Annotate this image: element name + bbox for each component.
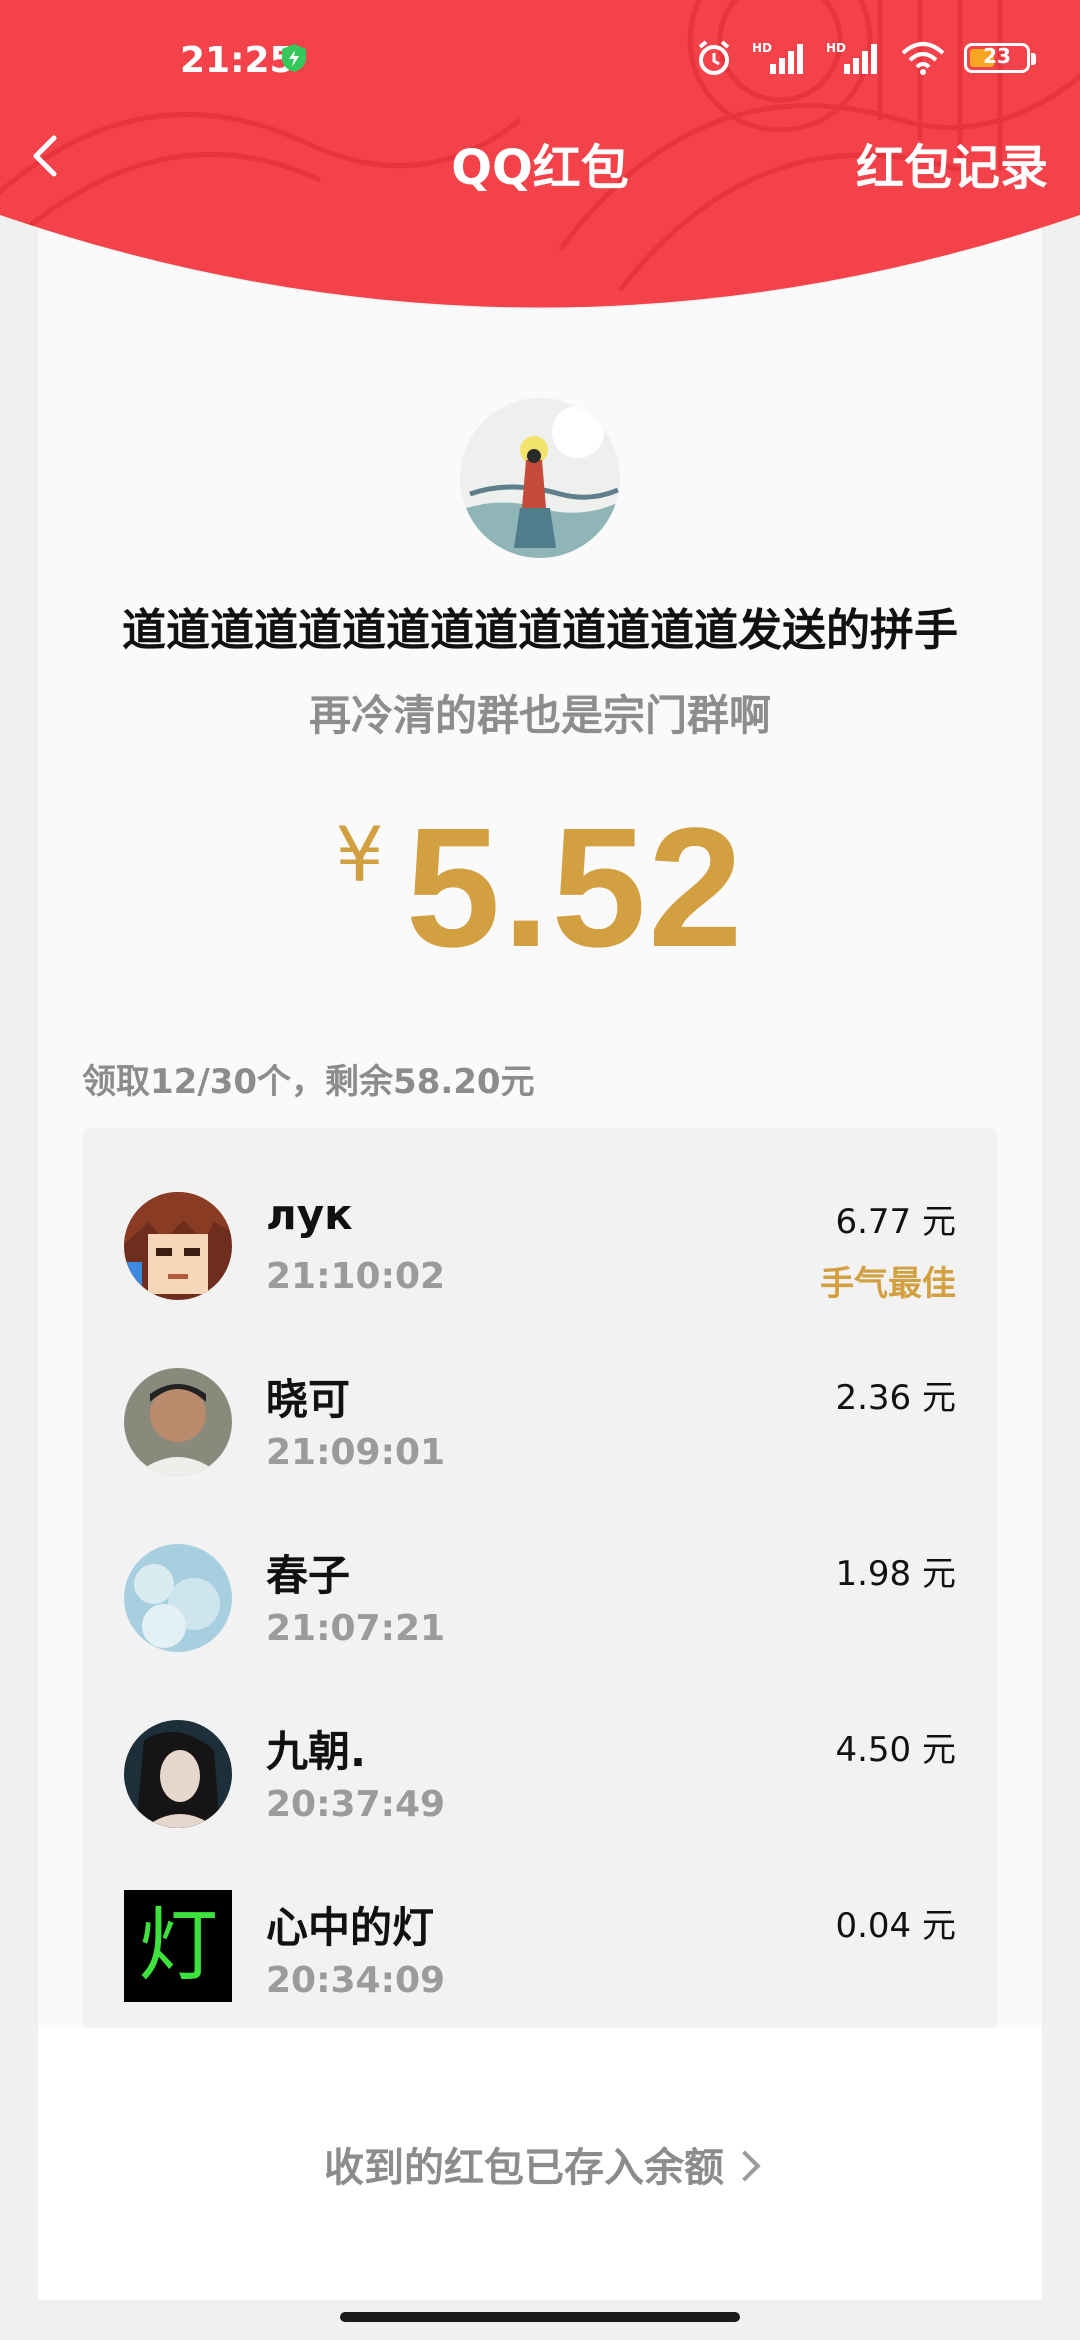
svg-text:HD: HD [752, 41, 772, 55]
battery-level: 23 [983, 44, 1011, 68]
avatar-glyph: 灯 [138, 1899, 218, 1992]
sender-title: 道道道道道道道道道道道道道道发送的拼手 [122, 605, 958, 656]
battery-icon: 23 [964, 43, 1036, 73]
header: 21:25 HD HD 23 QQ红包 红包记录 [0, 0, 1080, 320]
receive-time: 20:37:49 [266, 1784, 446, 1825]
receiver-name: 九朝. [266, 1727, 366, 1776]
red-packet-record-link[interactable]: 红包记录 [856, 128, 1048, 198]
alarm-icon [698, 40, 730, 75]
receive-amount: 2.36 元 [835, 1378, 956, 1418]
sender-avatar-image [460, 398, 620, 558]
avatar [124, 1368, 232, 1476]
receive-time: 21:07:21 [266, 1608, 446, 1649]
home-indicator[interactable] [340, 2312, 740, 2322]
receiver-name: 晓可 [266, 1375, 351, 1424]
signal-hd-2-icon: HD [826, 41, 877, 74]
status-time: 21:25 [180, 40, 295, 81]
blessing-message: 再冷清的群也是宗门群啊 [308, 691, 771, 740]
avatar [124, 1192, 232, 1300]
status-bar: 21:25 HD HD 23 [0, 30, 1080, 94]
list-item[interactable]: 晓可 21:09:01 2.36 元 [82, 1304, 998, 1480]
receive-amount: 1.98 元 [835, 1554, 956, 1594]
avatar: 灯 [124, 1890, 232, 2002]
receive-time: 20:34:09 [266, 1960, 446, 2001]
signal-hd-icon: HD [752, 41, 803, 74]
receiver-name: лук [266, 1190, 353, 1239]
receive-amount: 6.77 元 [835, 1202, 956, 1242]
status-icons: HD HD 23 [694, 38, 1036, 78]
nav-bar: QQ红包 红包记录 [0, 118, 1080, 198]
claim-summary: 领取12/30个，剩余58.20元 [82, 1062, 535, 1102]
receive-amount: 4.50 元 [835, 1730, 956, 1770]
sender-avatar[interactable] [460, 398, 620, 558]
best-luck-badge: 手气最佳 [820, 1264, 956, 1304]
received-amount: ¥5.52 [0, 790, 1080, 986]
amount-value: 5.52 [405, 793, 745, 983]
chevron-right-icon [729, 2150, 761, 2182]
balance-link-label: 收到的红包已存入余额 [324, 2145, 724, 2191]
receiver-list: лук 21:10:02 6.77 元 手气最佳 晓可 21:09:01 2.3… [82, 1128, 998, 2028]
list-item[interactable]: лук 21:10:02 6.77 元 手气最佳 [82, 1128, 998, 1304]
receive-time: 21:10:02 [266, 1256, 446, 1297]
list-item[interactable]: 春子 21:07:21 1.98 元 [82, 1480, 998, 1656]
svg-text:HD: HD [826, 41, 846, 55]
list-item[interactable]: 九朝. 20:37:49 4.50 元 [82, 1656, 998, 1832]
receive-time: 21:09:01 [266, 1432, 446, 1473]
receiver-name: 春子 [266, 1551, 351, 1600]
avatar [124, 1544, 232, 1652]
wifi-icon [901, 42, 945, 75]
receive-amount: 0.04 元 [835, 1906, 956, 1946]
list-item[interactable]: 灯 心中的灯 20:34:09 0.04 元 [82, 1832, 998, 2008]
currency-symbol: ¥ [335, 810, 384, 899]
charging-shield-icon [282, 44, 306, 72]
avatar [124, 1720, 232, 1828]
receiver-name: 心中的灯 [266, 1903, 435, 1952]
balance-link[interactable]: 收到的红包已存入余额 [0, 2135, 1080, 2193]
